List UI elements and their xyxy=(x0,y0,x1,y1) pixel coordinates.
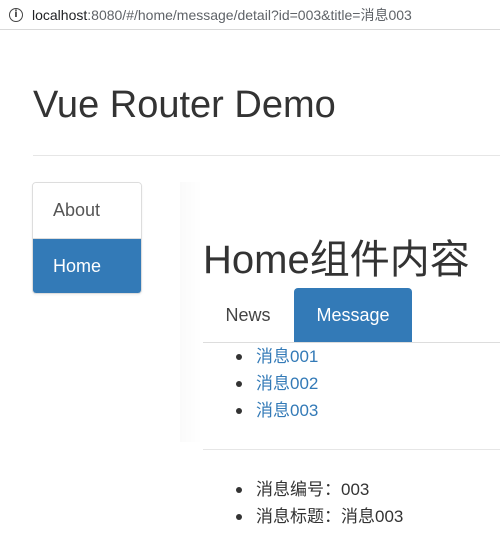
detail-title-text: 消息标题：消息003 xyxy=(256,507,404,526)
home-heading: Home组件内容 xyxy=(203,238,470,282)
info-icon[interactable]: i xyxy=(9,7,23,22)
message-list: 消息001 消息002 消息003 xyxy=(236,343,318,424)
message-link-002[interactable]: 消息002 xyxy=(256,374,318,393)
tab-message[interactable]: Message xyxy=(294,288,412,342)
list-item: 消息001 xyxy=(236,343,318,370)
panel-edge xyxy=(180,182,202,442)
detail-title: 消息标题：消息003 xyxy=(236,503,404,530)
tab-news[interactable]: News xyxy=(210,289,286,341)
detail-id: 消息编号：003 xyxy=(236,476,403,503)
list-item: 消息003 xyxy=(236,397,318,424)
detail-id-text: 消息编号：003 xyxy=(256,480,370,499)
address-bar[interactable]: i localhost:8080/#/home/message/detail?i… xyxy=(0,0,500,30)
bullet-icon xyxy=(236,381,242,387)
bullet-icon xyxy=(236,408,242,414)
nav-item-home[interactable]: Home xyxy=(33,238,141,293)
url-host: localhost xyxy=(32,6,88,23)
bullet-icon xyxy=(236,354,242,360)
bullet-icon xyxy=(236,514,242,520)
side-nav: About Home xyxy=(32,182,142,294)
message-link-003[interactable]: 消息003 xyxy=(256,401,318,420)
message-link-001[interactable]: 消息001 xyxy=(256,347,318,366)
page-title: Vue Router Demo xyxy=(33,84,336,126)
nav-item-about[interactable]: About xyxy=(33,183,141,238)
bullet-icon xyxy=(236,487,242,493)
list-item: 消息002 xyxy=(236,370,318,397)
tabs-underline xyxy=(203,342,500,343)
message-detail: 消息编号：003 消息标题：消息003 xyxy=(236,476,404,530)
header-divider xyxy=(33,155,500,156)
url-path: :8080/#/home/message/detail?id=003&title… xyxy=(87,6,412,23)
list-divider xyxy=(203,449,500,450)
